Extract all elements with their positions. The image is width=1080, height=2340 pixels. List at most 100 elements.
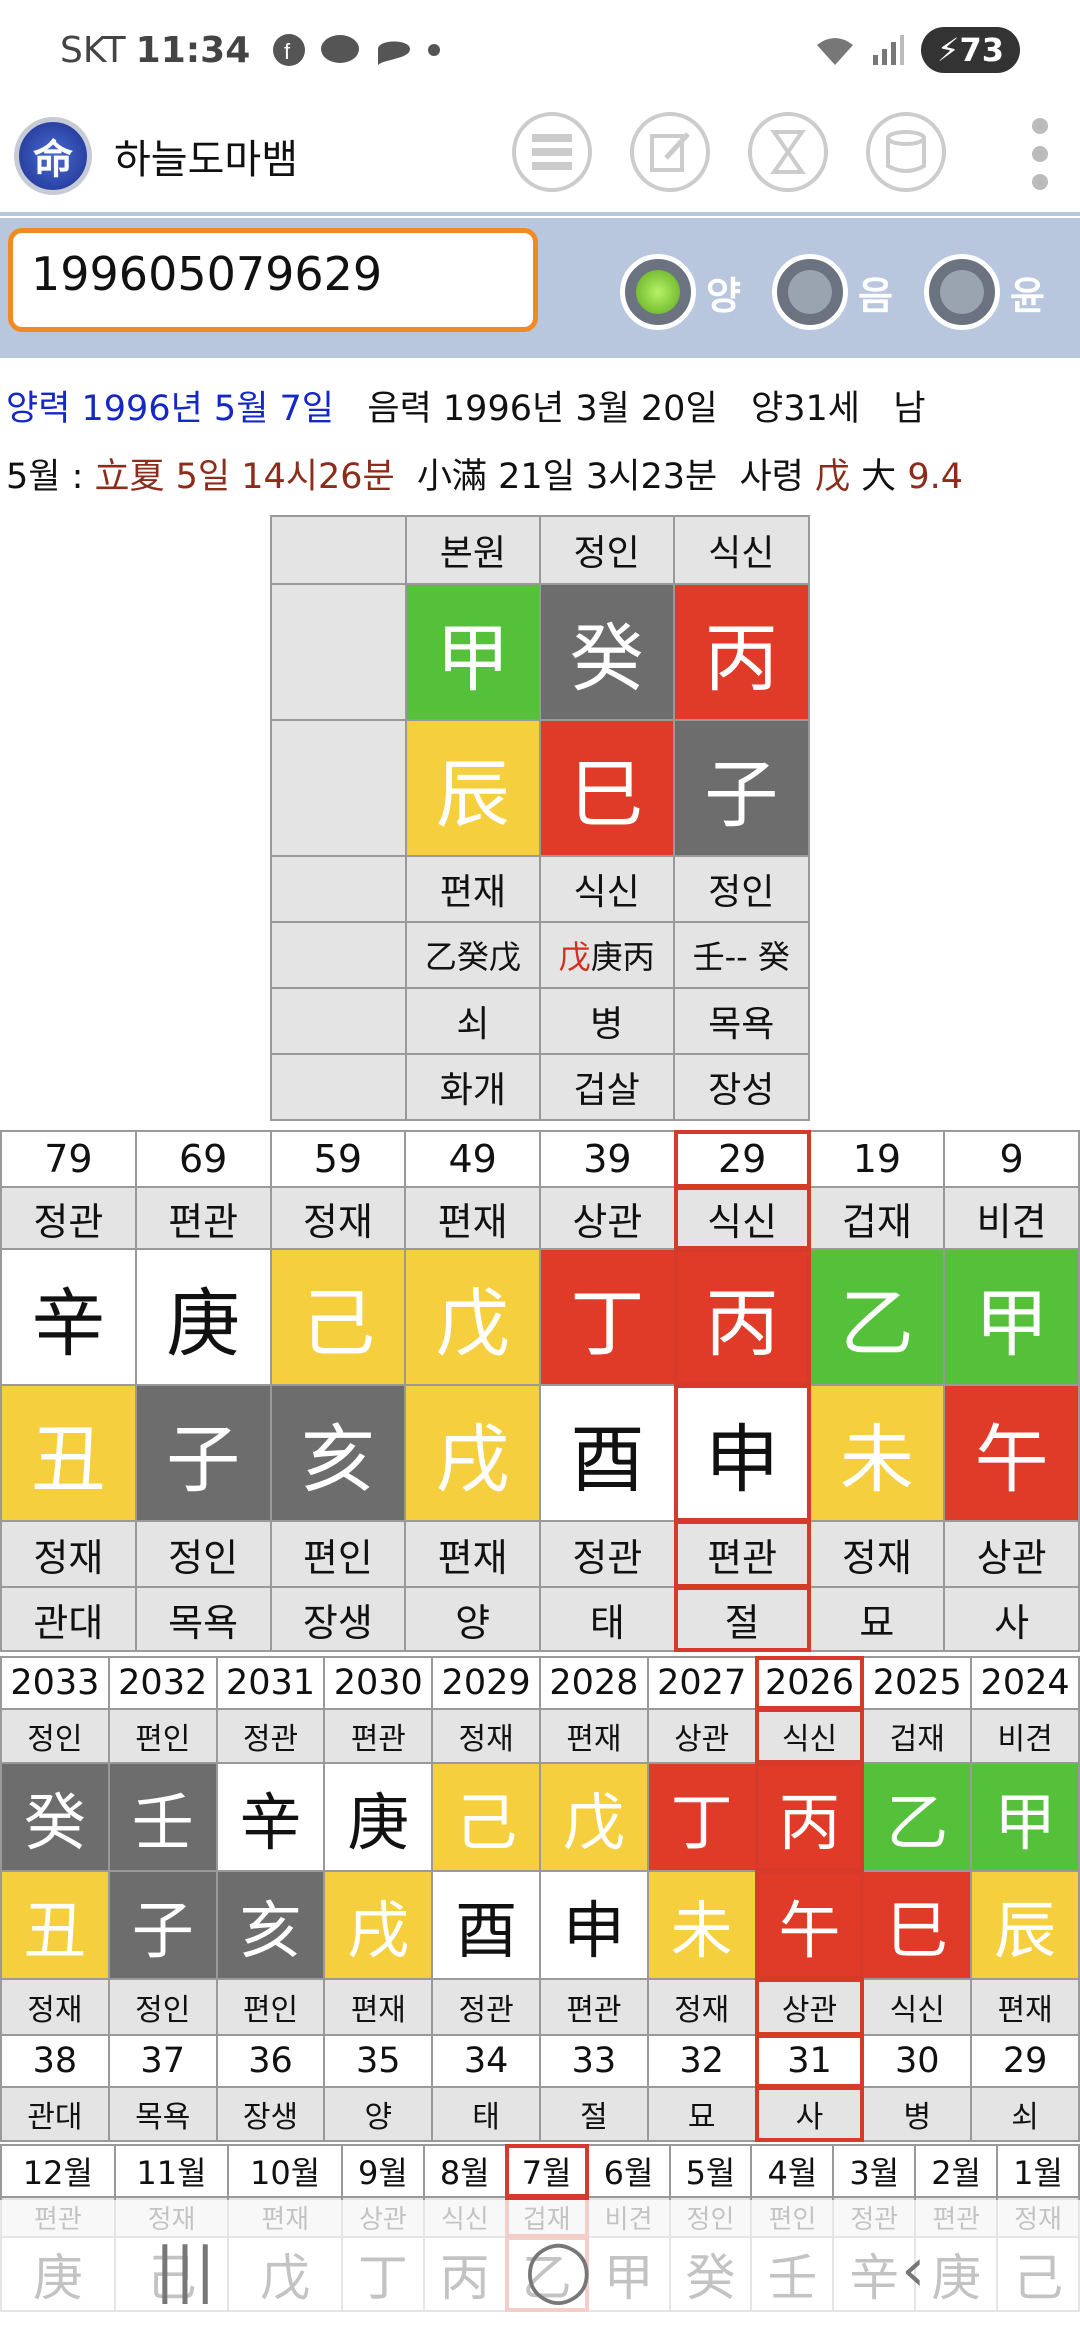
year-branch[interactable]: 辰 (970, 1870, 1080, 1980)
year-sipseong: 겁재 (862, 1708, 973, 1764)
overflow-menu-button[interactable] (1032, 118, 1052, 190)
daeun-stem[interactable]: 戊 (404, 1248, 541, 1386)
natal-hidden-stems: 壬-- 癸 (672, 921, 811, 989)
year-branch[interactable]: 申 (538, 1870, 649, 1980)
month-label[interactable]: 11월 (113, 2144, 230, 2198)
natal-branch[interactable]: 辰 (405, 719, 541, 857)
month-label[interactable]: 2월 (914, 2144, 999, 2198)
month-label[interactable]: 3월 (832, 2144, 917, 2198)
year-unseong: 양 (323, 2086, 434, 2142)
birth-number-input[interactable]: 199605079629 (8, 228, 538, 332)
year-stem[interactable]: 癸 (0, 1762, 110, 1872)
daeun-branch[interactable]: 酉 (539, 1384, 676, 1522)
app-bar: 命 하늘도마뱀 (0, 100, 1080, 216)
timer-button[interactable] (748, 112, 828, 192)
app-title: 하늘도마뱀 (114, 137, 298, 183)
year-stem[interactable]: 庚 (323, 1762, 434, 1872)
year-unseong: 목욕 (107, 2086, 218, 2142)
daeun-branch-sipseong: 편인 (269, 1520, 407, 1588)
month-label[interactable]: 9월 (340, 2144, 425, 2198)
daeun-branch[interactable]: 戌 (404, 1384, 541, 1522)
month-label[interactable]: 7월 (504, 2144, 589, 2198)
daeun-branch[interactable]: 丑 (0, 1384, 137, 1522)
year-branch[interactable]: 酉 (431, 1870, 541, 1980)
natal-stem[interactable]: 甲 (405, 583, 541, 721)
daeun-branch[interactable]: 午 (943, 1384, 1080, 1522)
natal-header: 본원 (405, 515, 541, 585)
year-stem[interactable]: 己 (431, 1762, 541, 1872)
daeun-stem[interactable]: 己 (269, 1248, 407, 1386)
year-branch[interactable]: 子 (107, 1870, 218, 1980)
radio-solar[interactable]: 양 (620, 254, 741, 330)
carrier: SKT (60, 29, 126, 71)
radio-solar-label: 양 (706, 273, 741, 318)
year-branch[interactable]: 午 (754, 1870, 865, 1980)
month-label[interactable]: 12월 (0, 2144, 116, 2198)
home-button[interactable]: ◯ (525, 2235, 592, 2305)
year-age: 32 (646, 2034, 757, 2088)
daeun-sipseong: 식신 (673, 1186, 811, 1250)
year-branch[interactable]: 亥 (215, 1870, 326, 1980)
daeun-stem[interactable]: 丙 (673, 1248, 811, 1386)
year-stem[interactable]: 壬 (107, 1762, 218, 1872)
daeun-stem[interactable]: 丁 (539, 1248, 676, 1386)
year-stem[interactable]: 乙 (862, 1762, 973, 1872)
year-stem[interactable]: 辛 (215, 1762, 326, 1872)
natal-empty-cell (270, 921, 407, 989)
year-branch-sipseong: 정재 (646, 1978, 757, 2036)
year-unseong: 절 (538, 2086, 649, 2142)
year-age: 29 (970, 2034, 1080, 2088)
daeun-sipseong: 정재 (269, 1186, 407, 1250)
month-label[interactable]: 5월 (668, 2144, 753, 2198)
month-label[interactable]: 8월 (422, 2144, 507, 2198)
daeun-branch[interactable]: 申 (673, 1384, 811, 1522)
daeun-age: 79 (0, 1130, 137, 1188)
year-stem[interactable]: 丙 (754, 1762, 865, 1872)
back-button[interactable]: ‹ (901, 2235, 925, 2305)
daeun-branch[interactable]: 子 (134, 1384, 272, 1522)
daeun-stem[interactable]: 庚 (134, 1248, 272, 1386)
year-stem[interactable]: 戊 (538, 1762, 649, 1872)
recent-apps-button[interactable]: ||| (155, 2235, 216, 2305)
natal-stem[interactable]: 癸 (538, 583, 675, 721)
database-button[interactable] (866, 112, 946, 192)
year-unseong: 장생 (215, 2086, 326, 2142)
daeun-branch[interactable]: 未 (808, 1384, 946, 1522)
radio-lunar-dot[interactable] (772, 254, 848, 330)
daeun-unseong: 장생 (269, 1586, 407, 1652)
month-label[interactable]: 6월 (586, 2144, 671, 2198)
natal-branch[interactable]: 巳 (538, 719, 675, 857)
radio-lunar[interactable]: 음 (772, 254, 893, 330)
daeun-stem[interactable]: 辛 (0, 1248, 137, 1386)
daeun-stem[interactable]: 乙 (808, 1248, 946, 1386)
month-label[interactable]: 10월 (227, 2144, 343, 2198)
natal-stem[interactable]: 丙 (672, 583, 811, 721)
more-notifications-icon (428, 44, 441, 56)
year-branch[interactable]: 丑 (0, 1870, 110, 1980)
year-branch-sipseong: 정인 (107, 1978, 218, 2036)
radio-leap-dot[interactable] (924, 254, 1000, 330)
year-branch[interactable]: 未 (646, 1870, 757, 1980)
radio-lunar-label: 음 (858, 273, 893, 318)
natal-unseong: 병 (538, 987, 675, 1055)
year-sipseong: 정인 (0, 1708, 110, 1764)
year-stem[interactable]: 甲 (970, 1762, 1080, 1872)
year-branch[interactable]: 戌 (323, 1870, 434, 1980)
natal-branch[interactable]: 子 (672, 719, 811, 857)
year-branch[interactable]: 巳 (862, 1870, 973, 1980)
year-stem[interactable]: 丁 (646, 1762, 757, 1872)
term-start: 立夏 5일 14시26분 (94, 457, 395, 497)
notification-icons: f (272, 33, 441, 67)
solar-term-line: 5월 : 立夏 5일 14시26분 小滿 21일 3시23분 사령 戊 大 9.… (6, 448, 963, 499)
daeun-grid: 79 69 59 49 39 29 19 9 정관 편관 정재 편재 상관 식신 겁재 비견 辛庚己戊丁丙乙甲丑… (0, 1130, 1080, 1652)
month-label[interactable]: 4월 (750, 2144, 835, 2198)
radio-leap[interactable]: 윤 (924, 254, 1045, 330)
month-label[interactable]: 1월 (996, 2144, 1080, 2198)
radio-solar-dot[interactable] (620, 254, 696, 330)
list-button[interactable] (512, 112, 592, 192)
natal-empty-branch (270, 719, 407, 857)
daeun-branch[interactable]: 亥 (269, 1384, 407, 1522)
signal-icon (873, 35, 904, 65)
edit-button[interactable] (630, 112, 710, 192)
daeun-stem[interactable]: 甲 (943, 1248, 1080, 1386)
